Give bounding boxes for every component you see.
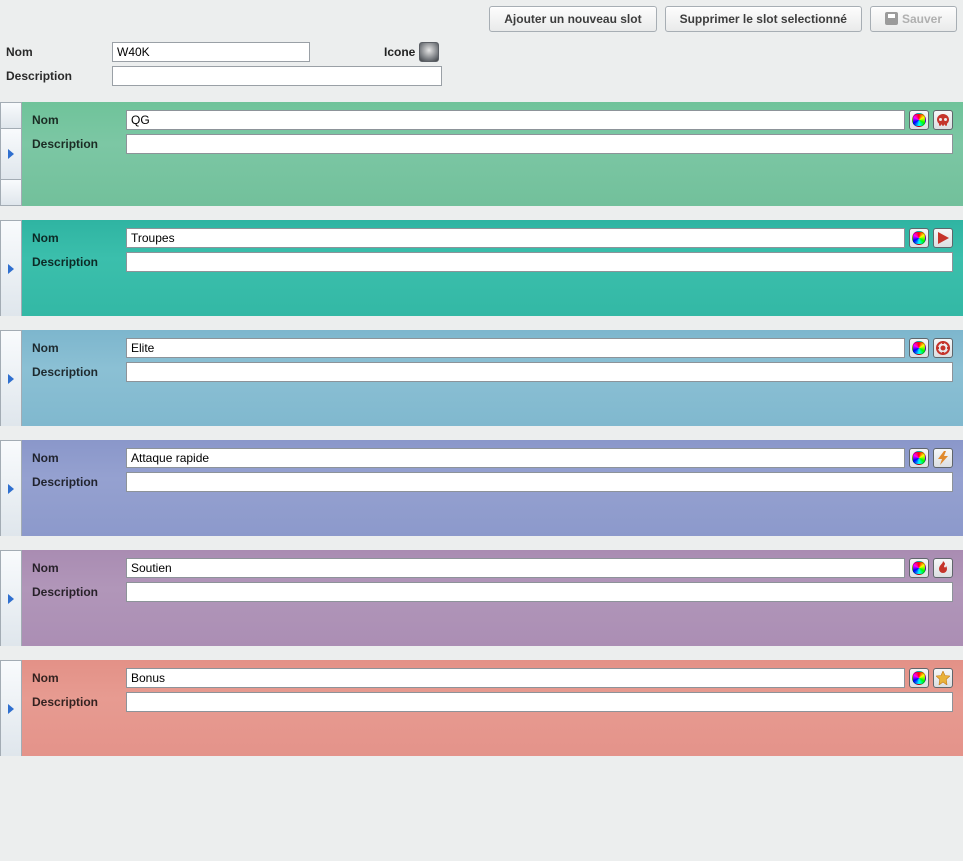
expand-handle-top[interactable] [0,102,22,128]
skull-icon [936,113,950,127]
slot-name-label: Nom [32,113,122,127]
slot-row: Nom Description [0,102,963,206]
header-name-label: Nom [6,45,112,59]
flame-icon [936,561,950,575]
slot-body[interactable]: Nom Description [22,220,963,316]
header-form: Nom Icone Description [0,36,963,102]
chevron-right-icon [8,484,14,494]
color-picker-button[interactable] [909,338,929,358]
slot-icon-button[interactable] [933,558,953,578]
expand-column [0,660,22,756]
color-wheel-icon [912,231,926,245]
slot-desc-input[interactable] [126,252,953,272]
save-button[interactable]: Sauver [870,6,957,32]
chevron-right-icon [8,264,14,274]
slot-desc-label: Description [32,365,122,379]
slot-desc-input[interactable] [126,362,953,382]
chevron-right-icon [8,704,14,714]
expand-handle[interactable] [0,660,22,756]
color-picker-button[interactable] [909,558,929,578]
slot-row: Nom Description [0,660,963,756]
toolbar: Ajouter un nouveau slot Supprimer le slo… [0,0,963,36]
expand-handle[interactable] [0,220,22,316]
slot-name-input[interactable] [126,338,905,358]
slot-name-label: Nom [32,451,122,465]
slot-body[interactable]: Nom Description [22,102,963,206]
expand-handle[interactable] [0,330,22,426]
slot-body[interactable]: Nom Description [22,440,963,536]
slot-body[interactable]: Nom Description [22,660,963,756]
slot-icon-button[interactable] [933,338,953,358]
slot-row: Nom Description [0,440,963,536]
color-wheel-icon [912,451,926,465]
expand-handle-bottom[interactable] [0,180,22,206]
slot-icon-button[interactable] [933,448,953,468]
expand-handle[interactable] [0,550,22,646]
slot-row: Nom Description [0,330,963,426]
slot-desc-label: Description [32,137,122,151]
slot-desc-input[interactable] [126,472,953,492]
bolt-icon [936,451,950,465]
expand-column [0,102,22,206]
color-wheel-icon [912,113,926,127]
expand-handle[interactable] [0,440,22,536]
slot-desc-label: Description [32,255,122,269]
slot-body[interactable]: Nom Description [22,330,963,426]
star-icon [936,671,950,685]
expand-column [0,330,22,426]
color-wheel-icon [912,341,926,355]
chevron-right-icon [8,149,14,159]
slot-desc-label: Description [32,585,122,599]
play-icon [936,231,950,245]
expand-handle[interactable] [0,128,22,180]
color-wheel-icon [912,671,926,685]
header-name-input[interactable] [112,42,310,62]
slot-desc-label: Description [32,695,122,709]
slot-name-label: Nom [32,231,122,245]
slot-body[interactable]: Nom Description [22,550,963,646]
expand-column [0,440,22,536]
slots-list: Nom Description Nom Description Nom Descripti… [0,102,963,756]
color-picker-button[interactable] [909,448,929,468]
slot-desc-input[interactable] [126,134,953,154]
expand-column [0,220,22,316]
color-picker-button[interactable] [909,668,929,688]
slot-icon-button[interactable] [933,110,953,130]
slot-desc-input[interactable] [126,692,953,712]
header-icone-label: Icone [384,45,415,59]
icone-picker-button[interactable] [419,42,439,62]
chevron-right-icon [8,594,14,604]
slot-icon-button[interactable] [933,668,953,688]
save-button-label: Sauver [902,12,942,26]
slot-desc-label: Description [32,475,122,489]
color-picker-button[interactable] [909,228,929,248]
target-icon [936,341,950,355]
color-wheel-icon [912,561,926,575]
slot-name-input[interactable] [126,668,905,688]
slot-name-label: Nom [32,671,122,685]
slot-row: Nom Description [0,550,963,646]
slot-name-input[interactable] [126,448,905,468]
delete-slot-button[interactable]: Supprimer le slot selectionné [665,6,862,32]
slot-name-label: Nom [32,561,122,575]
slot-icon-button[interactable] [933,228,953,248]
slot-name-input[interactable] [126,110,905,130]
color-picker-button[interactable] [909,110,929,130]
chevron-right-icon [8,374,14,384]
add-slot-button[interactable]: Ajouter un nouveau slot [489,6,656,32]
save-icon [885,12,898,25]
slot-desc-input[interactable] [126,582,953,602]
slot-name-input[interactable] [126,228,905,248]
expand-column [0,550,22,646]
slot-name-label: Nom [32,341,122,355]
slot-name-input[interactable] [126,558,905,578]
header-desc-label: Description [6,69,112,83]
header-desc-input[interactable] [112,66,442,86]
slot-row: Nom Description [0,220,963,316]
